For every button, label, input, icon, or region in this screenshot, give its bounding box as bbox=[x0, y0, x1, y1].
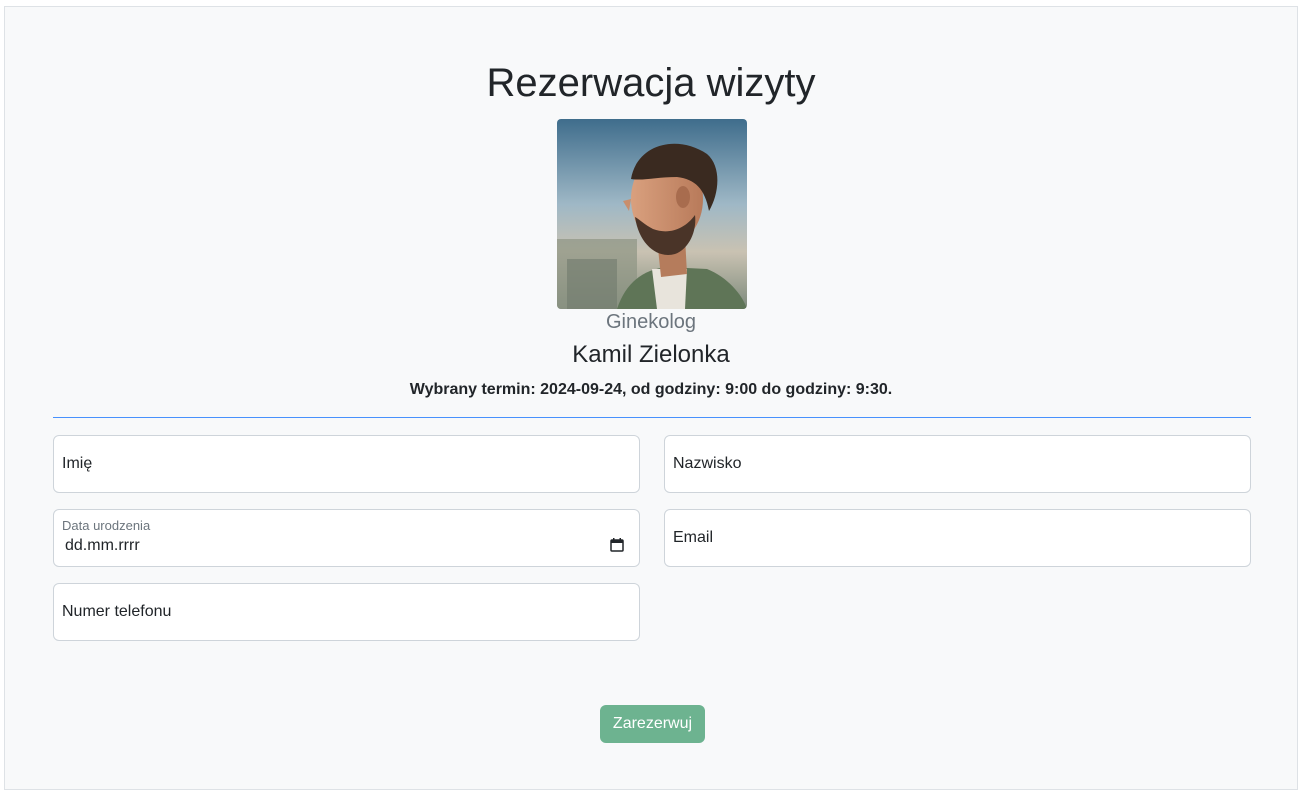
booking-card: Rezerwacja wizyty Ginekolog Kamil Zielon… bbox=[4, 6, 1298, 790]
last-name-label: Nazwisko bbox=[673, 455, 742, 472]
page-title: Rezerwacja wizyty bbox=[486, 61, 816, 105]
first-name-field[interactable]: Imię bbox=[53, 435, 640, 493]
phone-label: Numer telefonu bbox=[62, 603, 172, 620]
last-name-field[interactable]: Nazwisko bbox=[664, 435, 1251, 493]
email-field[interactable]: Email bbox=[664, 509, 1251, 567]
first-name-label: Imię bbox=[62, 455, 93, 472]
doctor-specialty: Ginekolog bbox=[605, 311, 697, 333]
reserve-button[interactable]: Zarezerwuj bbox=[600, 705, 705, 743]
calendar-icon[interactable] bbox=[610, 538, 624, 557]
birth-date-field[interactable]: Data urodzenia dd.mm.rrrr bbox=[53, 509, 640, 567]
selected-slot-summary: Wybrany termin: 2024-09-24, od godziny: … bbox=[409, 381, 893, 398]
email-label: Email bbox=[673, 529, 714, 546]
doctor-name: Kamil Zielonka bbox=[572, 341, 730, 368]
birth-date-label: Data urodzenia bbox=[62, 518, 151, 533]
doctor-photo bbox=[557, 119, 747, 309]
divider bbox=[53, 417, 1251, 418]
phone-field[interactable]: Numer telefonu bbox=[53, 583, 640, 641]
birth-date-value: dd.mm.rrrr bbox=[65, 537, 140, 554]
